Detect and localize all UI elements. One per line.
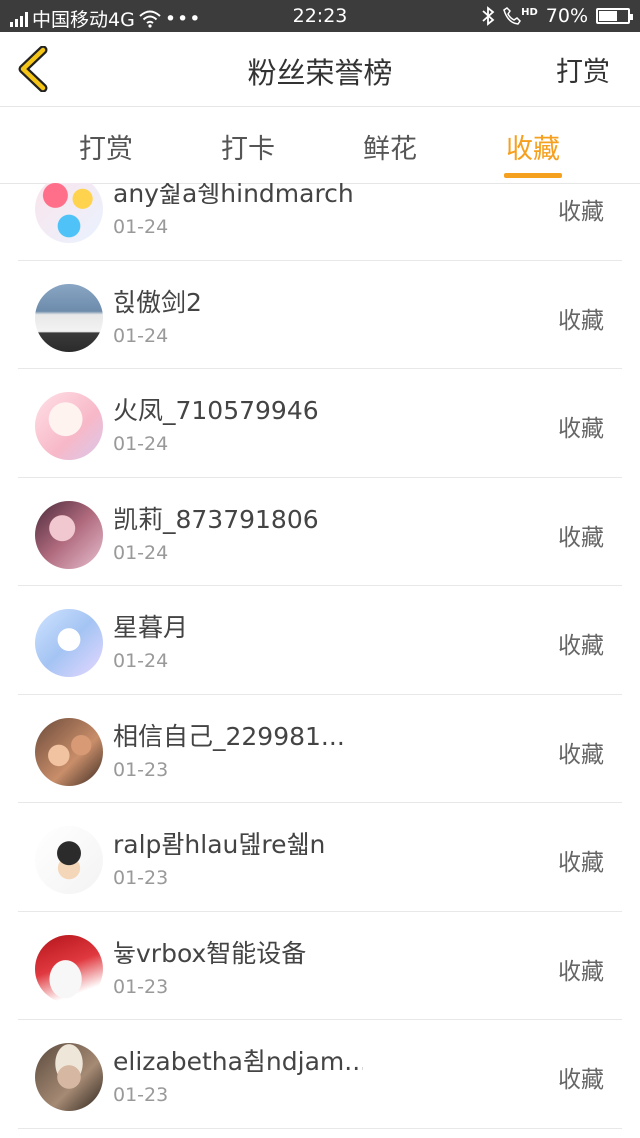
avatar[interactable] — [35, 1043, 103, 1111]
tab-checkin[interactable]: 打卡 — [198, 127, 298, 166]
list-item[interactable]: 힍傲剑2 01-24 收藏 — [0, 261, 640, 370]
action-type-label: 收藏 — [558, 524, 604, 551]
action-type-label: 收藏 — [558, 958, 604, 985]
bluetooth-icon — [482, 6, 495, 26]
hd-label: HD — [521, 7, 538, 18]
user-name: any쉁a쉥hindmarch — [113, 183, 354, 208]
user-name: ralp뢈hlau뎶re쉛n — [113, 830, 326, 859]
list-item[interactable]: elizabetha췸ndjam... 01-23 收藏 — [0, 1020, 640, 1129]
list-item[interactable]: 相信自己_229981... 01-23 收藏 — [0, 695, 640, 804]
nav-header: 粉丝荣誉榜 打赏 — [0, 32, 640, 107]
fan-list-content: any쉁a쉥hindmarch 01-24 收藏 힍傲剑2 01-24 收藏 火凤_7105… — [0, 183, 640, 1129]
active-tab-indicator — [504, 173, 562, 178]
chevron-left-icon — [18, 45, 48, 93]
avatar[interactable] — [35, 934, 103, 1003]
action-type-label: 收藏 — [558, 199, 604, 225]
action-type-label: 收藏 — [558, 741, 604, 768]
call-hd-icon: HD — [503, 7, 538, 25]
avatar[interactable] — [35, 717, 103, 786]
user-name: 相信自己_229981... — [113, 721, 345, 751]
avatar[interactable] — [35, 609, 103, 677]
user-name: 힍傲剑2 — [113, 287, 202, 317]
item-date: 01-24 — [113, 650, 169, 672]
list-item[interactable]: any쉁a쉥hindmarch 01-24 收藏 — [0, 183, 640, 261]
action-type-label: 收藏 — [558, 1067, 604, 1093]
user-name: 火凤_710579946 — [113, 396, 319, 425]
user-name: 星暮月 — [113, 613, 189, 642]
list-item[interactable]: ralp뢈hlau뎶re쉛n 01-23 收藏 — [0, 803, 640, 912]
list-item[interactable]: 星暮月 01-24 收藏 — [0, 586, 640, 695]
avatar[interactable] — [35, 392, 103, 460]
status-bar-right: HD 70% — [481, 5, 633, 27]
item-date: 01-23 — [113, 1084, 169, 1106]
tab-flowers[interactable]: 鲜花 — [340, 127, 440, 166]
fan-list[interactable]: any쉁a쉥hindmarch 01-24 收藏 힍傲剑2 01-24 收藏 火凤_7105… — [0, 183, 640, 1138]
user-name: elizabetha췸ndjam... — [113, 1047, 363, 1076]
action-type-label: 收藏 — [558, 850, 604, 876]
avatar[interactable] — [35, 500, 103, 569]
list-item[interactable]: 凯莉_873791806 01-24 收藏 — [0, 478, 640, 587]
action-type-label: 收藏 — [558, 307, 604, 334]
action-type-label: 收藏 — [558, 633, 604, 659]
avatar[interactable] — [35, 283, 103, 352]
user-name: 凯莉_873791806 — [113, 504, 319, 534]
list-item[interactable]: 火凤_710579946 01-24 收藏 — [0, 369, 640, 478]
tab-favorites[interactable]: 收藏 — [483, 127, 583, 166]
item-date: 01-23 — [113, 975, 169, 998]
tab-bar: 打赏 打卡 鲜花 收藏 — [0, 107, 640, 184]
item-date: 01-24 — [113, 216, 169, 238]
item-date: 01-24 — [113, 541, 169, 564]
phone-icon — [503, 7, 522, 25]
back-button[interactable] — [14, 45, 54, 93]
action-type-label: 收藏 — [558, 416, 604, 442]
avatar[interactable] — [35, 826, 103, 894]
item-date: 01-24 — [113, 324, 169, 347]
item-date: 01-23 — [113, 758, 169, 781]
tab-reward[interactable]: 打赏 — [56, 127, 156, 166]
list-item[interactable]: 늏vrbox智能设备 01-23 收藏 — [0, 912, 640, 1021]
status-bar: 中国移动4G ••• 22:23 HD 70% — [0, 0, 640, 32]
page-title: 粉丝荣誉榜 — [247, 56, 393, 90]
item-date: 01-24 — [113, 433, 169, 455]
item-date: 01-23 — [113, 867, 169, 889]
battery-percent: 70% — [545, 5, 588, 27]
reward-button[interactable]: 打赏 — [556, 50, 610, 89]
avatar[interactable] — [35, 183, 103, 243]
user-name: 늏vrbox智能设备 — [113, 938, 307, 968]
battery-icon — [596, 8, 633, 24]
